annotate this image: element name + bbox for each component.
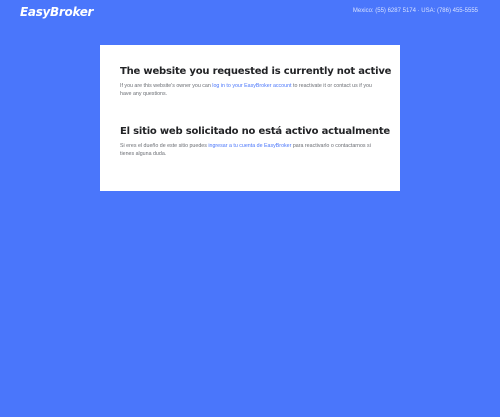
notice-text-en-before: If you are this website's owner you can (120, 83, 213, 89)
contact-phones: Mexico: (55) 6287 5174 · USA: (786) 455-… (352, 8, 478, 14)
notice-spanish: El sitio web solicitado no está activo a… (120, 125, 391, 158)
login-link-es[interactable]: ingresar a tu cuenta de EasyBroker (208, 143, 291, 149)
notice-title-en: The website you requested is currently n… (120, 66, 392, 77)
notice-message-en: If you are this website's owner you can … (120, 82, 380, 98)
notice-text-es-before: Si eres el dueño de este sitio puedes (120, 143, 209, 149)
top-bar: EasyBroker Mexico: (55) 6287 5174 · USA:… (0, 0, 500, 26)
notice-english: The website you requested is currently n… (120, 65, 392, 98)
login-link-en[interactable]: log in to your EasyBroker account (212, 83, 291, 89)
easybroker-logo[interactable]: EasyBroker (20, 5, 93, 19)
notice-title-es: El sitio web solicitado no está activo a… (120, 126, 391, 137)
notice-message-es: Si eres el dueño de este sitio puedes in… (120, 142, 380, 158)
inactive-site-card: The website you requested is currently n… (100, 45, 400, 191)
